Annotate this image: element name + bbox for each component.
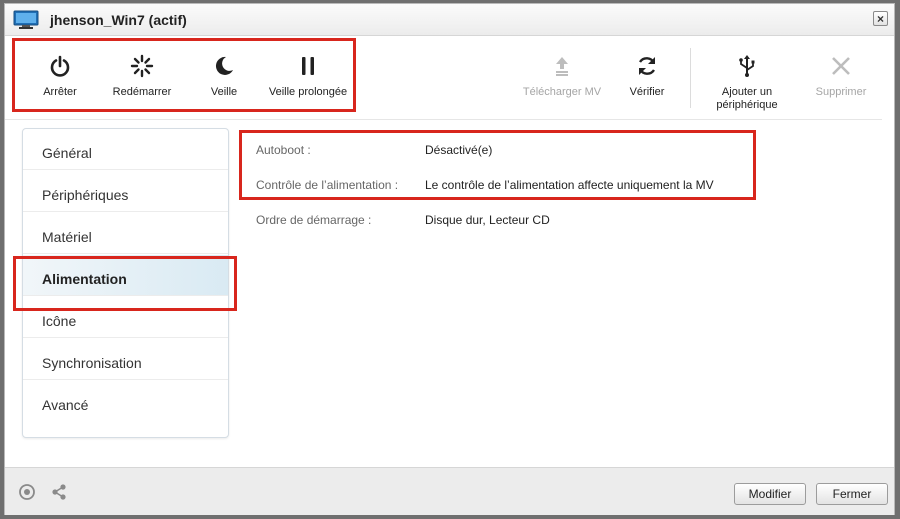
highlight-power-actions (12, 38, 356, 112)
modify-button[interactable]: Modifier (734, 483, 806, 505)
verify-label: Vérifier (629, 86, 665, 98)
monitor-icon (13, 10, 39, 29)
sidebar-item-advanced[interactable]: Avancé (23, 381, 228, 422)
delete-button[interactable]: Supprimer (797, 54, 885, 99)
sidebar-item-general[interactable]: Général (23, 129, 228, 170)
verify-button[interactable]: Vérifier (603, 54, 691, 99)
boot-order-key: Ordre de démarrage : (256, 213, 372, 227)
sidebar-item-hardware[interactable]: Matériel (23, 213, 228, 254)
boot-order-value: Disque dur, Lecteur CD (425, 213, 550, 227)
download-vm-label: Télécharger MV (522, 86, 602, 98)
close-footer-button[interactable]: Fermer (816, 483, 888, 505)
delete-label: Supprimer (815, 86, 867, 98)
toolbar-separator (690, 48, 691, 108)
delete-x-icon (832, 57, 850, 75)
download-vm-button[interactable]: Télécharger MV (518, 54, 606, 99)
refresh-icon (638, 57, 656, 75)
toolbar-divider (5, 119, 882, 120)
usb-icon (739, 55, 755, 77)
add-device-button[interactable]: Ajouter un périphérique (703, 54, 791, 112)
sync-status-icon[interactable] (18, 483, 36, 501)
add-device-label: Ajouter un périphérique (716, 86, 778, 111)
close-button[interactable]: × (873, 11, 888, 26)
highlight-power-details (239, 130, 756, 200)
upload-icon (556, 57, 568, 76)
sidebar-item-devices[interactable]: Périphériques (23, 171, 228, 212)
highlight-power-tab (13, 256, 237, 311)
footer-bar: Modifier Fermer (5, 467, 894, 515)
title-bar: jhenson_Win7 (actif) × (5, 4, 894, 36)
share-icon[interactable] (50, 483, 68, 501)
window-title: jhenson_Win7 (actif) (50, 12, 187, 28)
sidebar-item-sync[interactable]: Synchronisation (23, 339, 228, 380)
